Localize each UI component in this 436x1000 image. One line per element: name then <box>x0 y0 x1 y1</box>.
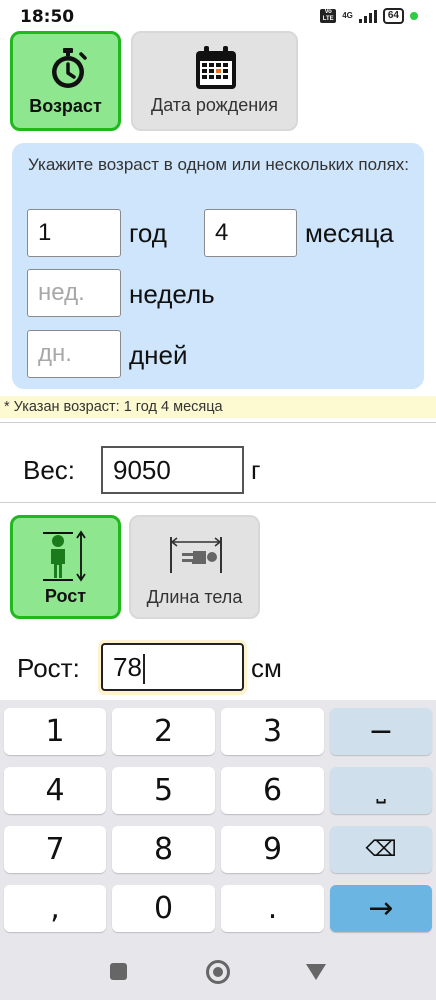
age-mode-label: Возраст <box>29 96 102 116</box>
key-4[interactable]: 4 <box>4 767 106 814</box>
volte-icon: Vo LTE <box>320 9 337 23</box>
days-input[interactable]: дн. <box>27 330 121 378</box>
key-3[interactable]: 3 <box>221 708 324 755</box>
key-1[interactable]: 1 <box>4 708 106 755</box>
signal-icon <box>358 9 377 23</box>
key-8[interactable]: 8 <box>112 826 215 873</box>
birthdate-mode-label: Дата рождения <box>151 95 278 115</box>
height-unit: см <box>251 653 282 683</box>
age-hint: Укажите возраст в одном или нескольких п… <box>28 155 410 174</box>
key-comma[interactable]: , <box>4 885 106 932</box>
numeric-keyboard: 1 2 3 − 4 5 6 ⎵ 7 8 9 ⌫ , 0 . → <box>0 700 436 946</box>
status-icons: Vo LTE 4G 64 <box>320 8 418 24</box>
key-5[interactable]: 5 <box>112 767 215 814</box>
status-bar: 18:50 Vo LTE 4G 64 <box>0 0 436 34</box>
weeks-unit: недель <box>129 279 215 309</box>
years-unit: год <box>129 218 167 248</box>
next-key[interactable]: → <box>330 885 432 932</box>
weight-unit: г <box>251 455 261 485</box>
age-input-panel: Укажите возраст в одном или нескольких п… <box>12 143 424 389</box>
battery-icon: 64 <box>382 8 404 24</box>
weight-label: Вес: <box>23 455 76 485</box>
divider <box>0 422 436 423</box>
key-2[interactable]: 2 <box>112 708 215 755</box>
birthdate-mode-button[interactable]: Дата рождения <box>131 31 298 131</box>
body-length-mode-label: Длина тела <box>146 587 243 607</box>
privacy-dot-icon <box>410 12 418 20</box>
key-0[interactable]: 0 <box>112 885 215 932</box>
navigation-bar <box>0 946 436 1000</box>
recents-icon[interactable] <box>110 963 127 980</box>
key-period[interactable]: . <box>221 885 324 932</box>
key-9[interactable]: 9 <box>221 826 324 873</box>
months-unit: месяца <box>305 218 394 248</box>
text-cursor <box>142 654 145 685</box>
age-summary-note: * Указан возраст: 1 год 4 месяца <box>0 396 436 418</box>
network-type: 4G <box>342 11 353 20</box>
back-icon[interactable] <box>306 964 326 980</box>
height-input[interactable]: 78 <box>101 643 244 691</box>
key-7[interactable]: 7 <box>4 826 106 873</box>
standing-person-icon <box>43 530 86 582</box>
home-icon[interactable] <box>206 960 230 984</box>
space-key[interactable]: ⎵ <box>330 767 432 814</box>
body-length-mode-button[interactable]: Длина тела <box>129 515 260 619</box>
height-value: 78 <box>113 652 142 682</box>
weeks-input[interactable]: нед. <box>27 269 121 317</box>
days-unit: дней <box>129 340 188 370</box>
divider <box>0 502 436 503</box>
backspace-key[interactable]: ⌫ <box>330 826 432 873</box>
lying-person-icon <box>170 537 222 573</box>
key-6[interactable]: 6 <box>221 767 324 814</box>
height-mode-button[interactable]: Рост <box>10 515 121 619</box>
years-input[interactable]: 1 <box>27 209 121 257</box>
status-time: 18:50 <box>20 7 75 27</box>
weight-input[interactable]: 9050 <box>101 446 244 494</box>
age-mode-button[interactable]: Возраст <box>10 31 121 131</box>
height-label: Рост: <box>17 653 80 683</box>
height-mode-label: Рост <box>44 586 87 606</box>
key-minus[interactable]: − <box>330 708 432 755</box>
calendar-icon <box>196 46 236 89</box>
months-input[interactable]: 4 <box>204 209 297 257</box>
stopwatch-icon <box>52 48 87 88</box>
